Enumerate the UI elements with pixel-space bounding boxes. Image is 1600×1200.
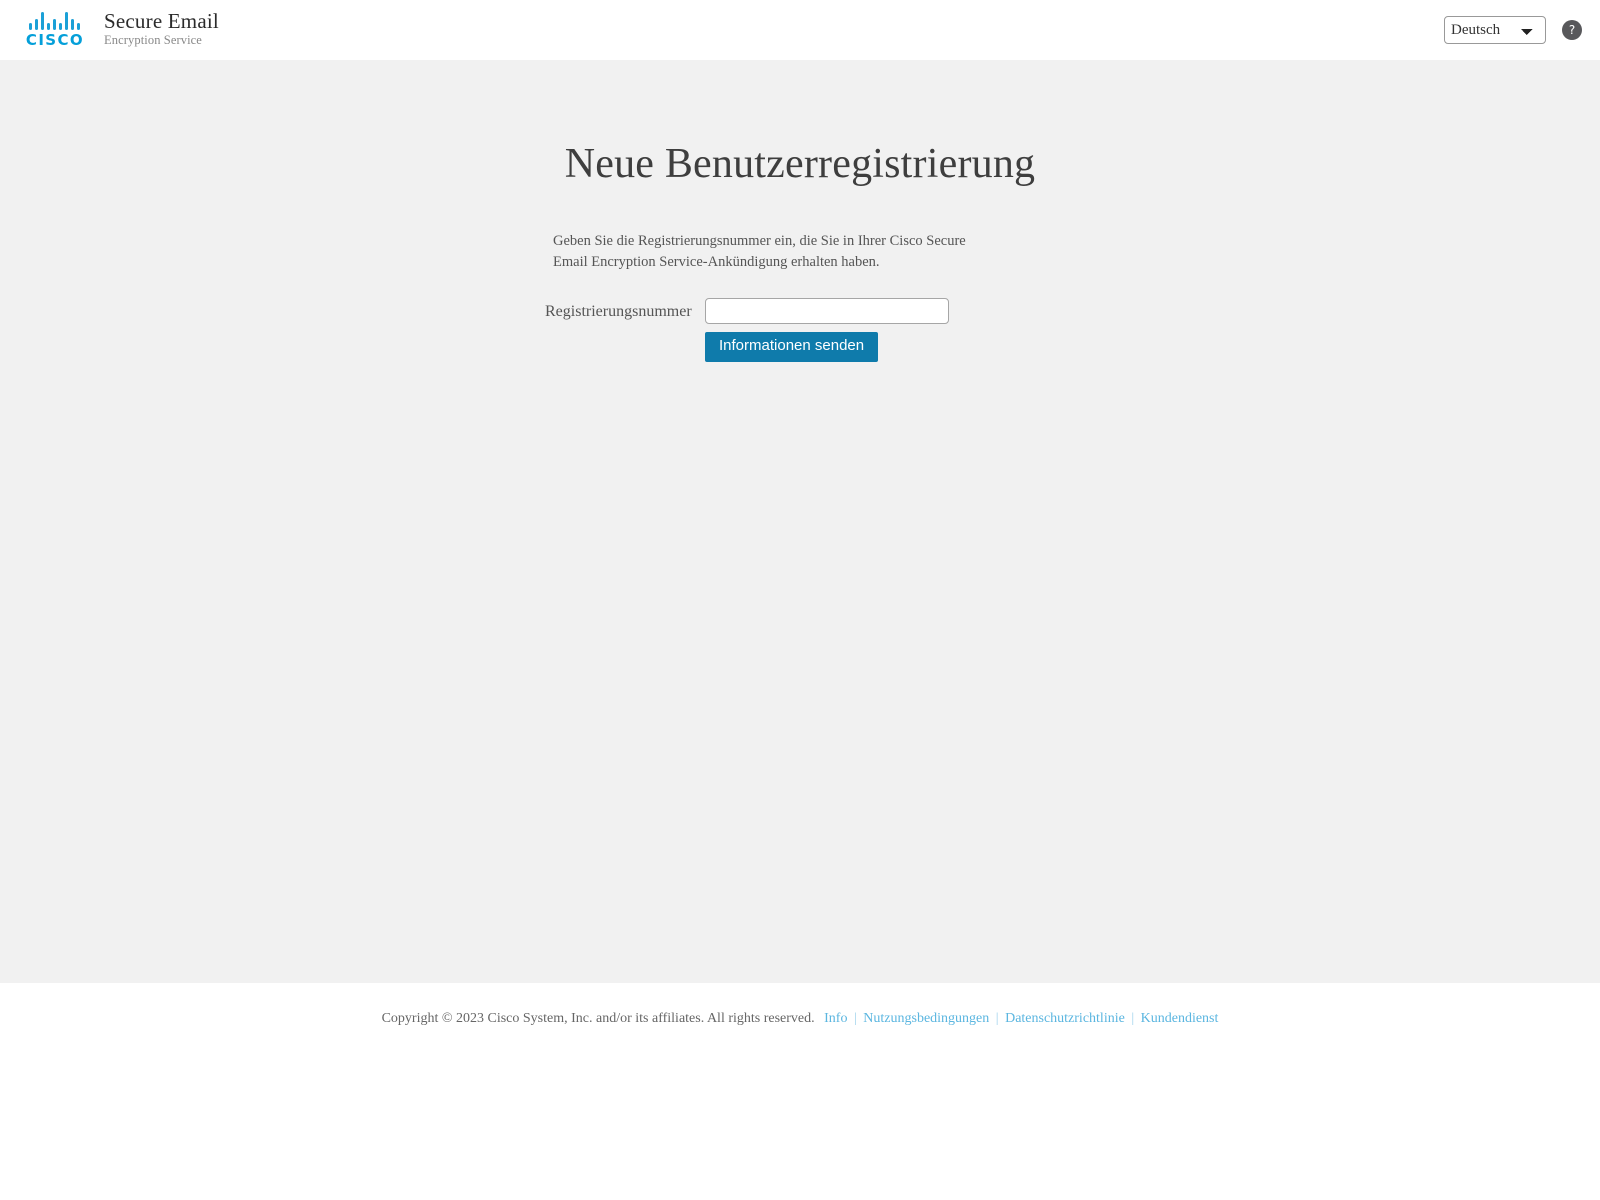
- language-select[interactable]: Deutsch: [1444, 16, 1546, 44]
- submit-button[interactable]: Informationen senden: [705, 332, 879, 362]
- registration-form: Geben Sie die Registrierungsnummer ein, …: [500, 231, 1100, 362]
- footer-separator: |: [853, 1011, 857, 1026]
- copyright-text: Copyright © 2023 Cisco System, Inc. and/…: [381, 1011, 815, 1026]
- app-header: CISCO Secure Email Encryption Service De…: [0, 0, 1600, 60]
- cisco-bars-icon: [28, 11, 80, 30]
- intro-text: Geben Sie die Registrierungsnummer ein, …: [553, 233, 966, 271]
- registration-number-row: Registrierungsnummer Informationen sende…: [545, 298, 1100, 362]
- registration-number-fields: Informationen senden: [705, 298, 949, 362]
- header-controls: Deutsch ?: [1444, 16, 1582, 44]
- app-title-block: Secure Email Encryption Service: [104, 10, 219, 49]
- registration-number-input[interactable]: [705, 298, 949, 325]
- cisco-logo: CISCO: [20, 11, 88, 49]
- page-root: CISCO Secure Email Encryption Service De…: [0, 0, 1600, 1200]
- footer-link-terms[interactable]: Nutzungsbedingungen: [863, 1011, 989, 1026]
- cisco-wordmark: CISCO: [25, 30, 85, 49]
- app-subtitle: Encryption Service: [104, 33, 202, 48]
- footer-separator: |: [1131, 1011, 1135, 1026]
- footer-link-support[interactable]: Kundendienst: [1141, 1011, 1219, 1026]
- footer-separator: |: [995, 1011, 999, 1026]
- footer-link-info[interactable]: Info: [824, 1011, 847, 1026]
- main-content: Neue Benutzerregistrierung Geben Sie die…: [0, 60, 1600, 983]
- footer-link-privacy[interactable]: Datenschutzrichtlinie: [1005, 1011, 1125, 1026]
- help-icon[interactable]: ?: [1562, 20, 1582, 40]
- page-title: Neue Benutzerregistrierung: [564, 141, 1036, 187]
- footer-inner: Copyright © 2023 Cisco System, Inc. and/…: [382, 1011, 1219, 1027]
- app-title: Secure Email: [104, 9, 219, 34]
- registration-number-label: Registrierungsnummer: [545, 303, 692, 321]
- page-footer: Copyright © 2023 Cisco System, Inc. and/…: [0, 983, 1600, 1200]
- brand-block: CISCO Secure Email Encryption Service: [20, 10, 219, 49]
